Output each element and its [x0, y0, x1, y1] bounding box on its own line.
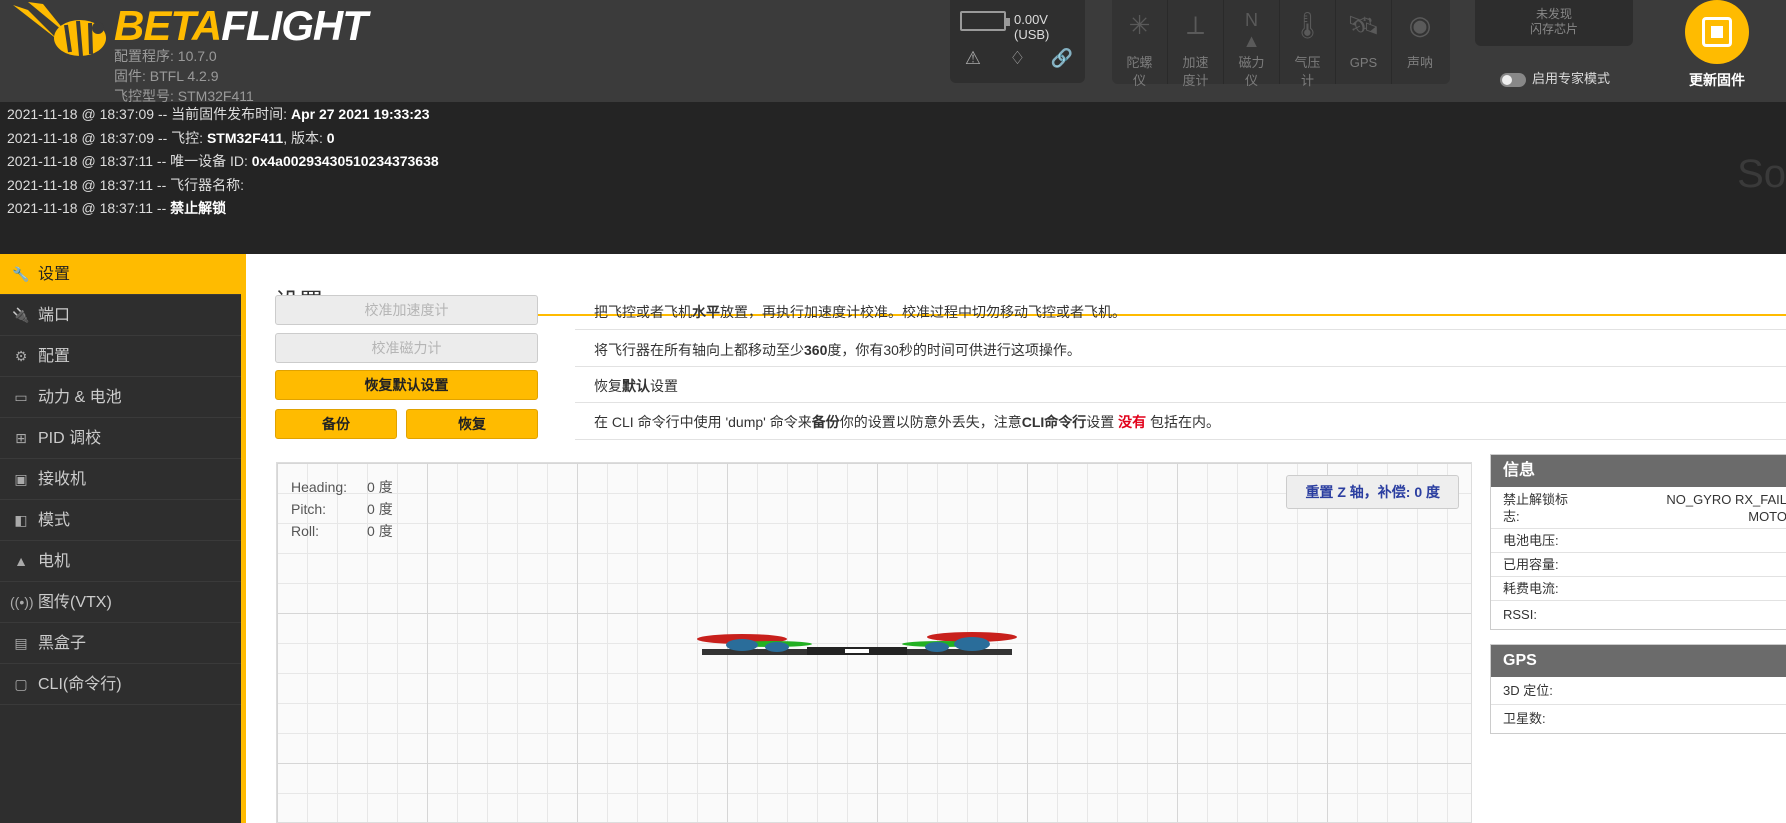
calibrate-accel-desc: 把飞控或者飞机水平放置，再执行加速度计校准。校准过程中切勿移动飞控或者飞机。 [594, 304, 1126, 320]
model-view[interactable]: Heading: 0 度 Pitch: 0 度 Roll: 0 度 重置 Z 轴，补偿… [276, 462, 1472, 823]
heading-label: Heading: [291, 479, 348, 495]
vtx-icon: ((•)) [10, 593, 34, 610]
log-panel: 2021-11-18 @ 18:37:09 -- 当前固件发布时间: Apr 2… [0, 102, 1786, 254]
row-divider [575, 329, 1786, 330]
sidebar-item-setup[interactable]: 🔧 设置 [0, 254, 241, 295]
rssi-row: RSSI: [1503, 607, 1537, 622]
compass-icon: N ▲ [1242, 10, 1261, 51]
sitemap-icon: ⊞ [15, 429, 27, 446]
wrench-icon: 🔧 [12, 265, 30, 282]
log-ghost-text: So [1737, 152, 1786, 196]
chip-icon [1702, 17, 1732, 47]
blackbox-icon: ▤ [14, 634, 28, 651]
sidebar-item-cli[interactable]: ▢ CLI(命令行) [0, 664, 241, 705]
heading-value: 0 度 [367, 479, 393, 495]
restore-button[interactable]: 恢复 [406, 409, 538, 439]
sidebar-item-modes[interactable]: ◧ 模式 [0, 500, 241, 541]
capacity-row: 已用容量: [1491, 553, 1786, 577]
row-divider [575, 366, 1786, 367]
baro-icon: 🌡 [1290, 10, 1324, 40]
roll-label: Roll: [291, 523, 320, 539]
battery-voltage-row: 电池电压: [1491, 529, 1786, 553]
sonar-icon: ◉ [1408, 10, 1432, 40]
update-firmware-button[interactable]: 更新固件 [1672, 0, 1762, 100]
pitch-label: Pitch: [291, 501, 327, 517]
gps-fix-row: 3D 定位: [1491, 677, 1786, 705]
toggle-switch[interactable] [1500, 72, 1526, 87]
row-divider [575, 439, 1786, 440]
sidebar-item-motors[interactable]: ▲ 电机 [0, 541, 241, 582]
header: BETAFLIGHT 配置程序: 10.7.0 固件: BTFL 4.2.9 飞… [0, 0, 1786, 104]
info-title: 信息 [1491, 455, 1786, 487]
sidebar: 🔧 设置 🔌 端口 ⚙ 配置 ▭ 动力 & 电池 ⊞ PID 调校 ▣ 接收机 ◧ 模式 ▲ 电… [0, 254, 246, 823]
attitude-readout: Heading: 0 度 Pitch: 0 度 Roll: 0 度 [289, 475, 413, 543]
quadcopter-model [697, 632, 1017, 655]
sidebar-item-config[interactable]: ⚙ 配置 [0, 336, 241, 377]
calibrate-mag-button[interactable]: 校准磁力计 [275, 333, 538, 363]
log-line: 2021-11-18 @ 18:37:09 -- 飞控: STM32F411, … [7, 129, 335, 146]
battery-voltage: 0.00V (USB) [1014, 12, 1050, 42]
firmware-version: 固件: BTFL 4.2.9 [114, 68, 219, 84]
calibrate-accel-button[interactable]: 校准加速度计 [275, 295, 538, 325]
logo-wordmark: BETAFLIGHT [114, 2, 368, 49]
row-divider [575, 402, 1786, 403]
configurator-version: 配置程序: 10.7.0 [114, 48, 217, 64]
reset-settings-button[interactable]: 恢复默认设置 [275, 370, 538, 400]
sensor-gyro: ✳ 陀螺仪 [1112, 0, 1168, 88]
main-content: 设置 校准加速度计 把飞控或者飞机水平放置，再执行加速度计校准。校准过程中切勿移… [246, 254, 1786, 823]
terminal-icon: ▢ [14, 675, 28, 692]
flash-chip-status[interactable]: 未发现 闪存芯片 [1475, 0, 1633, 46]
sensor-baro: 🌡 气压计 [1280, 0, 1336, 88]
sidebar-item-ports[interactable]: 🔌 端口 [0, 295, 241, 336]
gear-icon: ⚙ [14, 347, 28, 364]
gps-icon: 🛰 [1346, 10, 1380, 40]
battery-status: 0.00V (USB) ⚠ ♢ 🔗 [950, 0, 1085, 83]
link-icon[interactable]: 🔗 [1049, 48, 1075, 69]
reset-settings-desc: 恢复默认设置 [594, 378, 678, 394]
reset-z-axis-button[interactable]: 重置 Z 轴，补偿: 0 度 [1286, 475, 1459, 509]
gps-title: GPS [1491, 645, 1786, 677]
sensor-mag: N ▲ 磁力仪 [1224, 0, 1280, 88]
gps-panel: GPS 3D 定位: 卫星数: [1490, 644, 1786, 734]
robot-icon: ▣ [14, 470, 28, 487]
log-line: 2021-11-18 @ 18:37:11 -- 唯一设备 ID: 0x4a00… [7, 153, 439, 170]
log-line: 2021-11-18 @ 18:37:11 -- 禁止解锁 [7, 200, 227, 217]
arming-flags-row: 禁止解锁标 志: NO_GYRO RX_FAIL MOTO [1491, 487, 1786, 529]
sidebar-item-vtx[interactable]: ((•)) 图传(VTX) [0, 582, 241, 623]
bee-logo-icon [13, 2, 106, 57]
toggle-icon: ◧ [14, 511, 28, 528]
motor-icon: ▲ [14, 552, 28, 569]
expert-mode-toggle[interactable]: 启用专家模式 [1500, 68, 1610, 87]
sidebar-item-blackbox[interactable]: ▤ 黑盒子 [0, 623, 241, 664]
version-info: 配置程序: 10.7.0 固件: BTFL 4.2.9 飞控型号: STM32F… [114, 46, 254, 106]
plug-icon: 🔌 [12, 306, 30, 323]
pitch-value: 0 度 [367, 501, 393, 517]
warning-icon: ⚠ [964, 48, 982, 68]
backup-desc: 在 CLI 命令行中使用 'dump' 命令来备份你的设置以防意外丢失，注意CL… [594, 414, 1221, 430]
sensor-accel: ⟂ 加速 度计 [1168, 0, 1224, 88]
accel-icon: ⟂ [1186, 10, 1205, 40]
sensor-status: ✳ 陀螺仪 ⟂ 加速 度计 N ▲ 磁力仪 🌡 气压计 🛰 GPS ◉ 声呐 [1112, 0, 1450, 88]
calibrate-mag-desc: 将飞行器在所有轴向上都移动至少360度，你有30秒的时间可供进行这项操作。 [594, 342, 1081, 358]
parachute-icon: ♢ [1009, 48, 1026, 68]
sensor-gps: 🛰 GPS [1336, 0, 1392, 84]
sensor-sonar: ◉ 声呐 [1392, 0, 1448, 84]
current-row: 耗费电流: [1491, 577, 1786, 601]
log-line: 2021-11-18 @ 18:37:09 -- 当前固件发布时间: Apr 2… [7, 106, 430, 122]
backup-button[interactable]: 备份 [275, 409, 397, 439]
sidebar-item-pid[interactable]: ⊞ PID 调校 [0, 418, 241, 459]
battery-icon [960, 11, 1010, 31]
roll-value: 0 度 [367, 523, 393, 539]
battery-icon: ▭ [14, 388, 28, 405]
arming-flags-value: NO_GYRO RX_FAIL [1666, 492, 1786, 507]
sidebar-item-power[interactable]: ▭ 动力 & 电池 [0, 377, 241, 418]
gyro-icon: ✳ [1128, 10, 1151, 40]
gps-sats-row: 卫星数: [1503, 711, 1546, 726]
info-panel: 信息 禁止解锁标 志: NO_GYRO RX_FAIL MOTO 电池电压: 已用容… [1490, 454, 1786, 630]
log-line: 2021-11-18 @ 18:37:11 -- 飞行器名称: [7, 176, 245, 193]
sidebar-item-receiver[interactable]: ▣ 接收机 [0, 459, 241, 500]
